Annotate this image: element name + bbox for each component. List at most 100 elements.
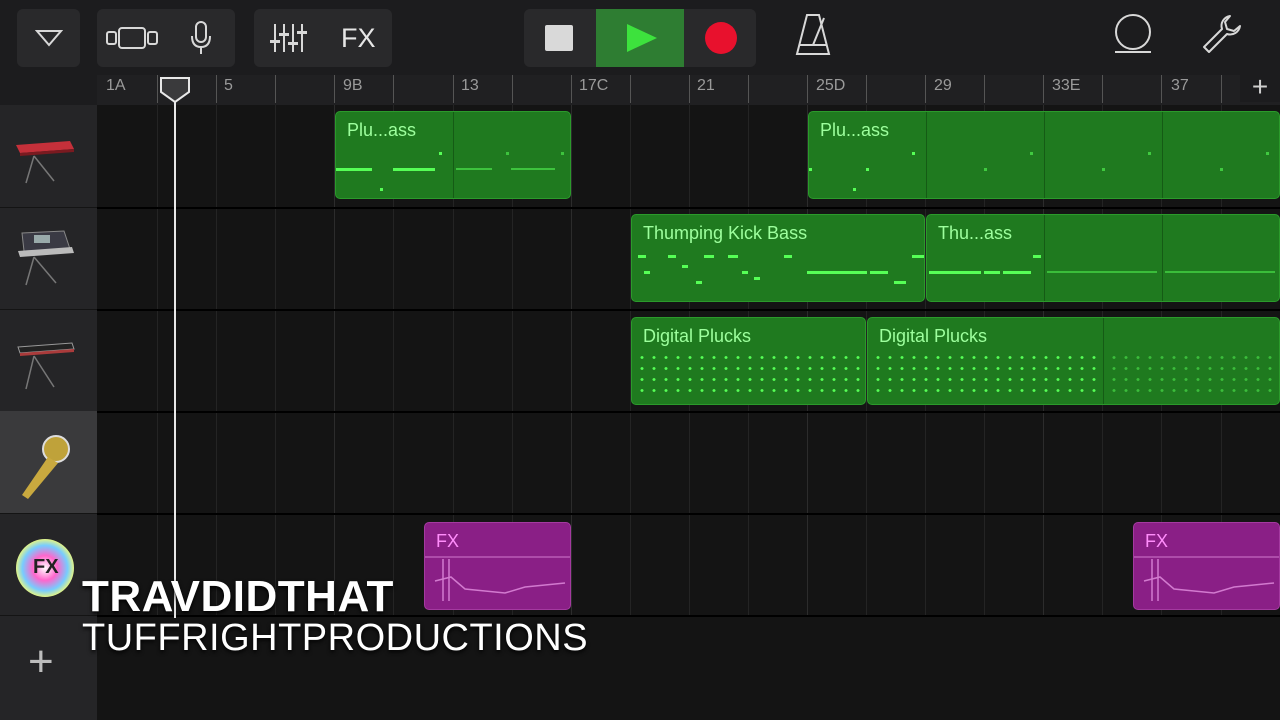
record-icon bbox=[705, 22, 737, 54]
ruler-tick bbox=[925, 75, 926, 103]
midi-note-pattern bbox=[1108, 352, 1278, 392]
automation-curve bbox=[425, 556, 570, 601]
fx-button-label: FX bbox=[341, 23, 376, 53]
region-label: Plu...ass bbox=[347, 120, 417, 140]
bar-label: 37 bbox=[1171, 77, 1189, 94]
midi-note bbox=[704, 255, 714, 258]
playhead-line bbox=[174, 88, 176, 618]
midi-note bbox=[1047, 271, 1157, 273]
midi-note bbox=[912, 152, 915, 155]
midi-note bbox=[1266, 152, 1269, 155]
bar-label: 25D bbox=[816, 77, 846, 94]
black-keyboard-icon bbox=[17, 342, 75, 390]
add-track-button[interactable]: + bbox=[28, 640, 54, 684]
loop-divider bbox=[453, 112, 454, 198]
midi-note bbox=[336, 168, 372, 171]
ruler-tick bbox=[512, 75, 513, 103]
triangle-down-icon bbox=[35, 30, 63, 47]
midi-note bbox=[439, 152, 442, 155]
midi-note bbox=[511, 168, 555, 170]
region-label: FX bbox=[1145, 531, 1169, 551]
midi-note bbox=[1003, 271, 1031, 274]
wrench-icon bbox=[1203, 15, 1241, 53]
bar-label: 13 bbox=[461, 77, 479, 94]
midi-note bbox=[682, 265, 688, 268]
midi-note bbox=[644, 271, 650, 274]
ruler-tick bbox=[689, 75, 690, 103]
bar-label: 33E bbox=[1052, 77, 1081, 94]
settings-button[interactable] bbox=[1200, 12, 1254, 64]
midi-note bbox=[784, 255, 792, 258]
region-label: Thumping Kick Bass bbox=[643, 223, 808, 243]
metronome-button[interactable] bbox=[795, 12, 843, 64]
loop-browser-button[interactable] bbox=[1111, 12, 1163, 64]
midi-note bbox=[728, 255, 738, 258]
region-thumping-kick-bass-1[interactable]: Thumping Kick Bass bbox=[631, 214, 925, 302]
playhead-handle[interactable] bbox=[159, 76, 191, 104]
synth-keyboard-icon bbox=[18, 230, 74, 286]
midi-note bbox=[984, 271, 1000, 274]
loop-divider bbox=[1162, 215, 1163, 301]
track-header-1[interactable] bbox=[0, 105, 97, 208]
midi-note bbox=[638, 255, 646, 258]
midi-note-pattern bbox=[872, 352, 1100, 392]
midi-note bbox=[866, 168, 869, 171]
stop-button[interactable] bbox=[524, 9, 596, 67]
track-header-3[interactable] bbox=[0, 309, 97, 412]
ruler-tick bbox=[393, 75, 394, 103]
record-button[interactable] bbox=[684, 9, 756, 67]
browser-view-button[interactable] bbox=[97, 9, 165, 67]
mix-group: FX bbox=[254, 9, 392, 67]
add-section-button[interactable]: + bbox=[1240, 72, 1280, 102]
fx-track-icon: FX bbox=[16, 539, 74, 597]
metronome-icon bbox=[795, 14, 831, 55]
play-button[interactable] bbox=[596, 9, 684, 67]
microphone-icon bbox=[191, 21, 211, 54]
ruler-tick bbox=[216, 75, 217, 103]
region-fx-2[interactable]: FX bbox=[1133, 522, 1280, 610]
midi-note bbox=[853, 188, 856, 191]
microphone-button[interactable] bbox=[167, 9, 235, 67]
toolbar: FX bbox=[0, 0, 1280, 75]
bar-label: 21 bbox=[697, 77, 715, 94]
midi-note bbox=[668, 255, 676, 258]
midi-note bbox=[696, 281, 702, 284]
loop-divider bbox=[1044, 112, 1045, 198]
ruler-tick bbox=[571, 75, 572, 103]
ruler-tick bbox=[1161, 75, 1162, 103]
mixer-button[interactable] bbox=[254, 9, 322, 67]
region-label: Digital Plucks bbox=[879, 326, 988, 346]
ruler-tick bbox=[1043, 75, 1044, 103]
midi-note bbox=[506, 152, 509, 155]
stop-icon bbox=[545, 25, 573, 51]
region-fx-1[interactable]: FX bbox=[424, 522, 571, 610]
microphone-track-icon bbox=[22, 435, 70, 499]
midi-note bbox=[754, 277, 760, 280]
bar-label: 1A bbox=[106, 77, 126, 94]
ruler-tick bbox=[453, 75, 454, 103]
midi-note bbox=[380, 188, 383, 191]
region-thumping-kick-bass-2[interactable]: Thu...ass bbox=[926, 214, 1280, 302]
midi-note bbox=[870, 271, 888, 274]
midi-note bbox=[894, 281, 906, 284]
track-header-2[interactable] bbox=[0, 207, 97, 310]
region-pluck-bass-2[interactable]: Plu...ass bbox=[808, 111, 1280, 199]
play-icon bbox=[627, 24, 657, 52]
region-digital-plucks-2[interactable]: Digital Plucks bbox=[867, 317, 1280, 405]
red-keyboard-icon bbox=[16, 141, 74, 184]
bar-label: 17C bbox=[579, 77, 609, 94]
bar-label: 5 bbox=[224, 77, 233, 94]
midi-note bbox=[1220, 168, 1223, 171]
timeline-ruler[interactable]: 1A 5 9B 13 17C 21 25D 29 33E 37 + bbox=[97, 72, 1280, 106]
fx-button[interactable]: FX bbox=[324, 9, 392, 67]
midi-note bbox=[742, 271, 748, 274]
track-lane-4[interactable] bbox=[97, 411, 1280, 515]
transport-group bbox=[524, 9, 756, 67]
region-label: FX bbox=[436, 531, 460, 551]
loop-divider bbox=[926, 112, 927, 198]
region-pluck-bass-1[interactable]: Plu...ass bbox=[335, 111, 571, 199]
region-digital-plucks-1[interactable]: Digital Plucks bbox=[631, 317, 866, 405]
midi-note bbox=[912, 255, 924, 258]
track-header-4[interactable] bbox=[0, 411, 97, 514]
tracks-menu-button[interactable] bbox=[17, 9, 80, 67]
